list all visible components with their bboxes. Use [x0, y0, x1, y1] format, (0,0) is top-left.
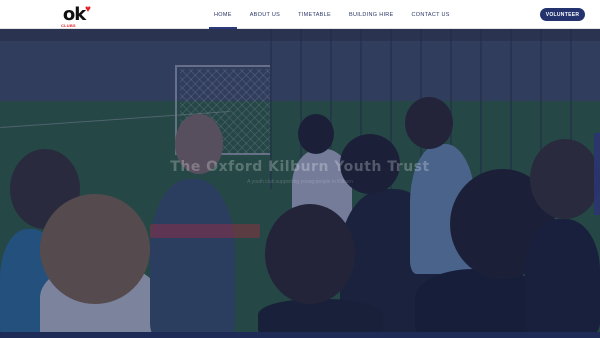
- main-nav: HOME ABOUT US TIMETABLE BUILDING HIRE CO…: [205, 0, 459, 29]
- nav-home[interactable]: HOME: [205, 0, 241, 29]
- volunteer-button[interactable]: VOLUNTEER: [540, 8, 585, 21]
- logo-text: ok: [62, 4, 86, 25]
- site-logo[interactable]: ok ♥ CLUBS: [56, 3, 92, 29]
- site-header: ok ♥ CLUBS HOME ABOUT US TIMETABLE BUILD…: [0, 0, 600, 29]
- side-tab[interactable]: [594, 133, 600, 215]
- nav-building-hire[interactable]: BUILDING HIRE: [340, 0, 403, 29]
- heart-icon: ♥: [85, 4, 91, 15]
- bottom-bar: [0, 332, 600, 338]
- hero-cta-button[interactable]: [150, 224, 260, 238]
- hero-subtitle: A youth club supporting young people in …: [247, 179, 353, 185]
- nav-about-us[interactable]: ABOUT US: [241, 0, 289, 29]
- hero-title: The Oxford Kilburn Youth Trust: [170, 159, 430, 175]
- nav-contact-us[interactable]: CONTACT US: [403, 0, 459, 29]
- nav-timetable[interactable]: TIMETABLE: [289, 0, 340, 29]
- logo-word: CLUBS: [61, 23, 76, 28]
- hero-banner: The Oxford Kilburn Youth Trust A youth c…: [0, 29, 600, 332]
